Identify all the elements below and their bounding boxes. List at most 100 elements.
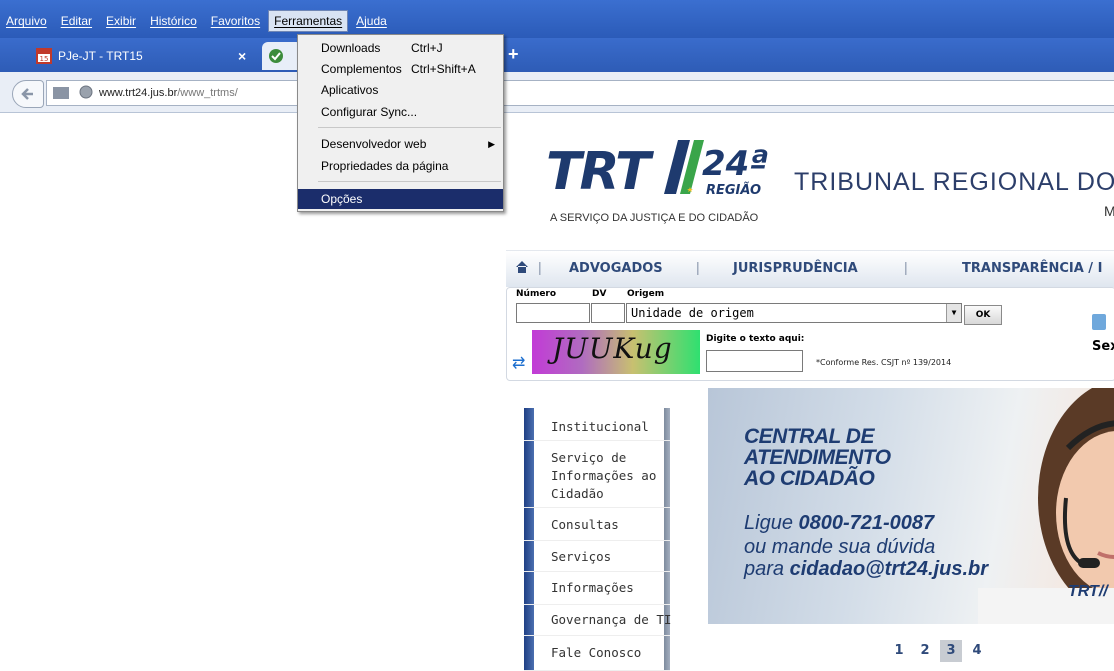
pager-4[interactable]: 4 bbox=[966, 640, 988, 662]
side-item-fale-conosco[interactable]: Fale Conosco bbox=[524, 636, 670, 671]
menu-arquivo[interactable]: Arquivo bbox=[0, 10, 53, 32]
origem-selected-value: Unidade de origem bbox=[631, 306, 754, 320]
nav-separator: | bbox=[904, 259, 908, 275]
pager-1[interactable]: 1 bbox=[888, 640, 910, 662]
menu-item-label: Opções bbox=[321, 192, 363, 206]
banner-corner-logo: TRT// bbox=[1068, 583, 1108, 600]
dv-input[interactable] bbox=[591, 303, 625, 323]
captcha-prompt: Digite o texto aqui: bbox=[706, 334, 805, 344]
url-path: /www_trtms/ bbox=[177, 87, 238, 99]
menu-historico[interactable]: Histórico bbox=[144, 10, 203, 32]
banner-line-2: ou mande sua dúvida bbox=[744, 536, 936, 558]
address-bar[interactable]: www.trt24.jus.br/www_trtms/ bbox=[46, 80, 1114, 106]
side-item-label: Institucional bbox=[551, 419, 649, 434]
logo-regiao: REGIÃO bbox=[706, 183, 762, 198]
menu-favoritos[interactable]: Favoritos bbox=[205, 10, 266, 32]
side-menu: Institucional Serviço de Informações ao … bbox=[524, 408, 671, 671]
menu-item-complementos[interactable]: Complementos Ctrl+Shift+A bbox=[298, 59, 503, 79]
banner-phone-prefix: Ligue bbox=[744, 512, 793, 534]
banner-headline-line-2: ATENDIMENTO bbox=[744, 446, 891, 469]
origem-select[interactable]: Unidade de origem ▼ bbox=[626, 303, 962, 323]
menu-exibir[interactable]: Exibir bbox=[100, 10, 142, 32]
menu-item-label: Complementos bbox=[321, 62, 402, 76]
trt-logo-text: TRT bbox=[546, 142, 651, 202]
tab-close-icon[interactable]: × bbox=[238, 48, 246, 64]
menu-item-shortcut: Ctrl+Shift+A bbox=[411, 62, 476, 76]
select-arrow-icon: ▼ bbox=[946, 304, 961, 322]
site-nav: | ADVOGADOS | JURISPRUDÊNCIA | TRANSPARÊ… bbox=[506, 250, 1114, 287]
banner-headline-line-1: CENTRAL DE bbox=[744, 425, 874, 448]
pager-3[interactable]: 3 bbox=[940, 640, 962, 662]
menu-item-label: Downloads bbox=[321, 41, 381, 55]
captcha-input[interactable] bbox=[706, 350, 803, 372]
menu-item-desenvolvedor-web[interactable]: Desenvolvedor web ▶ bbox=[298, 134, 503, 154]
logo-number: 24ª bbox=[702, 144, 769, 184]
menu-item-configurar-sync[interactable]: Configurar Sync... bbox=[298, 102, 503, 122]
tab-current[interactable] bbox=[262, 42, 302, 70]
menu-item-label: Desenvolvedor web bbox=[321, 137, 427, 151]
menu-item-aplicativos[interactable]: Aplicativos bbox=[298, 80, 503, 100]
ok-button[interactable]: OK bbox=[964, 305, 1002, 325]
menu-item-label: Propriedades da página bbox=[321, 159, 449, 173]
tab-pje-trt15[interactable]: 15 PJe-JT - TRT15 × bbox=[30, 42, 260, 70]
menu-separator bbox=[318, 181, 501, 182]
weekday-label: Sex bbox=[1092, 339, 1114, 354]
menu-ajuda[interactable]: Ajuda bbox=[350, 10, 393, 32]
side-item-informacoes[interactable]: Informações bbox=[524, 572, 670, 605]
banner-mail-prefix: para bbox=[744, 558, 785, 580]
back-arrow-icon bbox=[21, 88, 33, 100]
court-subtitle: M bbox=[1104, 203, 1114, 219]
side-item-label: Informações bbox=[551, 580, 634, 595]
central-atendimento-banner[interactable]: CENTRAL DE ATENDIMENTO AO CIDADÃO Ligue … bbox=[708, 388, 1114, 624]
history-icon[interactable] bbox=[53, 87, 69, 99]
logo-tagline: A SERVIÇO DA JUSTIÇA E DO CIDADÃO bbox=[550, 212, 759, 224]
menu-item-shortcut: Ctrl+J bbox=[411, 41, 443, 55]
url-host: www.trt24.jus.br bbox=[99, 87, 178, 99]
banner-mail-line: para cidadao@trt24.jus.br bbox=[744, 558, 988, 581]
banner-headline-line-3: AO CIDADÃO bbox=[744, 467, 875, 490]
captcha-note: *Conforme Res. CSJT nº 139/2014 bbox=[816, 358, 952, 367]
back-button[interactable] bbox=[12, 80, 44, 108]
menu-item-propriedades[interactable]: Propriedades da página bbox=[298, 156, 503, 176]
submenu-arrow-icon: ▶ bbox=[488, 138, 495, 149]
nav-separator: | bbox=[696, 259, 700, 275]
menu-item-label: Aplicativos bbox=[321, 83, 379, 97]
menu-ferramentas[interactable]: Ferramentas bbox=[268, 10, 349, 32]
side-item-institucional[interactable]: Institucional bbox=[524, 408, 670, 441]
site-favicon-icon bbox=[268, 48, 284, 64]
refresh-captcha-icon[interactable]: ⇄ bbox=[512, 353, 525, 373]
banner-phone-line: Ligue 0800-721-0087 bbox=[744, 512, 934, 535]
logo-slashes-icon bbox=[664, 138, 704, 199]
side-item-sic[interactable]: Serviço de Informações ao Cidadão bbox=[524, 441, 670, 508]
nav-transparencia[interactable]: TRANSPARÊNCIA / I bbox=[962, 261, 1102, 276]
menu-editar[interactable]: Editar bbox=[55, 10, 98, 32]
origem-label: Origem bbox=[627, 289, 665, 299]
side-item-label: Consultas bbox=[551, 517, 619, 532]
new-tab-button[interactable]: + bbox=[508, 44, 519, 65]
side-item-label: Serviços bbox=[551, 549, 612, 564]
court-title: TRIBUNAL REGIONAL DO bbox=[794, 168, 1114, 196]
home-icon[interactable] bbox=[515, 260, 529, 277]
banner-phone-number: 0800-721-0087 bbox=[798, 512, 935, 534]
dv-label: DV bbox=[592, 289, 607, 299]
trt15-favicon-icon: 15 bbox=[36, 48, 52, 64]
numero-label: Número bbox=[516, 289, 557, 299]
numero-input[interactable] bbox=[516, 303, 590, 323]
side-item-servicos[interactable]: Serviços bbox=[524, 541, 670, 572]
menu-item-opcoes[interactable]: Opções bbox=[298, 189, 503, 209]
nav-jurisprudencia[interactable]: JURISPRUDÊNCIA bbox=[733, 261, 858, 276]
menu-separator bbox=[318, 127, 501, 128]
side-item-consultas[interactable]: Consultas bbox=[524, 508, 670, 541]
side-item-governanca[interactable]: Governança de TI bbox=[524, 605, 671, 636]
pager-2[interactable]: 2 bbox=[914, 640, 936, 662]
nav-advogados[interactable]: ADVOGADOS bbox=[569, 261, 663, 276]
banner-email: cidadao@trt24.jus.br bbox=[789, 558, 989, 580]
banner-headline: CENTRAL DE ATENDIMENTO AO CIDADÃO bbox=[744, 426, 891, 489]
menu-item-label: Configurar Sync... bbox=[321, 105, 418, 119]
menu-item-downloads[interactable]: Downloads Ctrl+J bbox=[298, 38, 503, 58]
tools-menu-dropdown: Downloads Ctrl+J Complementos Ctrl+Shift… bbox=[297, 34, 504, 212]
side-item-label: Serviço de Informações ao Cidadão bbox=[551, 450, 657, 501]
calendar-icon bbox=[1092, 314, 1106, 330]
svg-text:15: 15 bbox=[40, 55, 49, 63]
menu-bar: Arquivo Editar Exibir Histórico Favorito… bbox=[0, 9, 395, 33]
